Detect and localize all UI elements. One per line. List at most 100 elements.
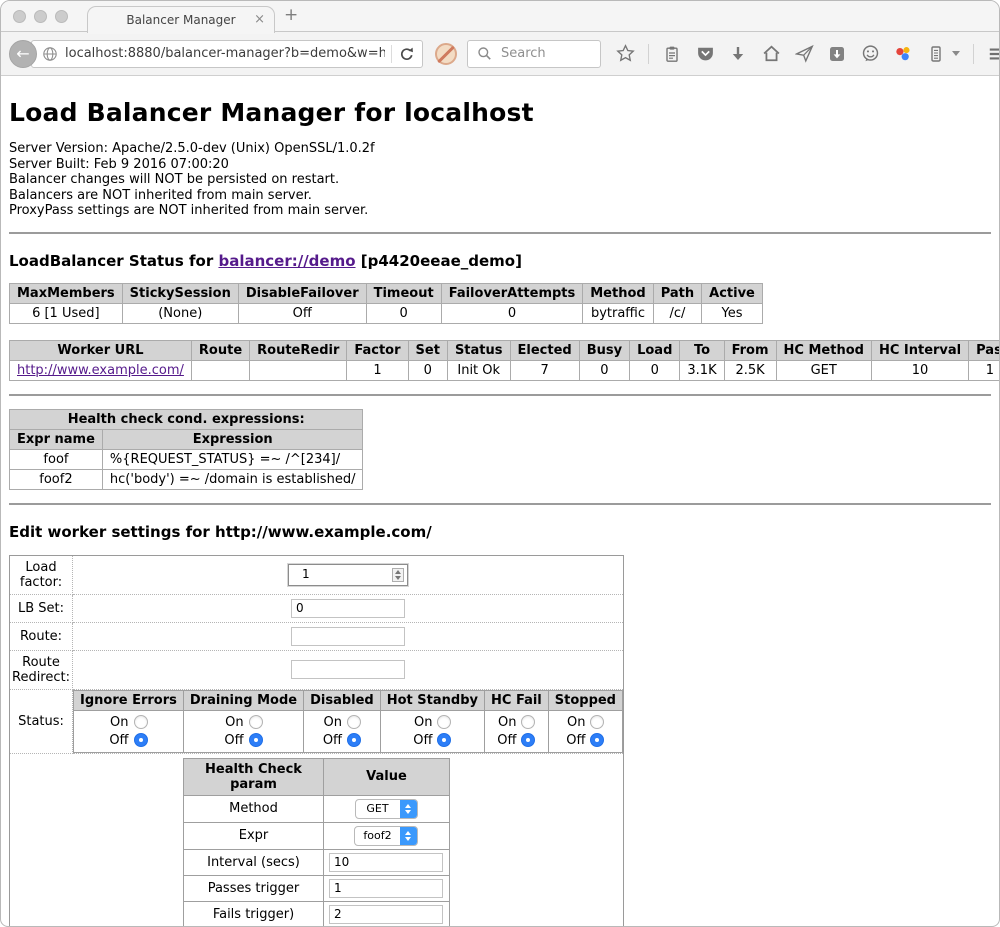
download-box-icon[interactable] (827, 44, 847, 64)
colored-dots-icon[interactable] (893, 44, 913, 64)
load-factor-input[interactable] (288, 564, 408, 586)
lb-set-label: LB Set: (10, 594, 73, 622)
divider (9, 503, 991, 505)
reload-button[interactable] (398, 44, 418, 64)
draining-mode-on-radio[interactable] (249, 715, 263, 729)
worker-url-link[interactable]: http://www.example.com/ (17, 363, 184, 378)
server-info: Server Version: Apache/2.5.0-dev (Unix) … (9, 141, 991, 219)
hot-standby-on-radio[interactable] (437, 715, 451, 729)
stopped-on-radio[interactable] (590, 715, 604, 729)
table-row: http://www.example.com/ 1 0 Init Ok 7 0 … (10, 360, 1000, 380)
inherit-note-line: Balancers are NOT inherited from main se… (9, 188, 991, 204)
lb-set-input[interactable] (291, 599, 405, 618)
ignore-errors-on-radio[interactable] (134, 715, 148, 729)
close-window-button[interactable] (13, 10, 26, 23)
route-label: Route: (10, 622, 73, 650)
reader-list-icon[interactable] (926, 44, 946, 64)
urlbar-separator (391, 45, 392, 63)
table-header-row: Ignore Errors Draining Mode Disabled Hot… (74, 690, 623, 710)
adblock-icon[interactable] (435, 43, 457, 65)
method-select[interactable]: GET (355, 799, 418, 819)
back-button[interactable]: ← (9, 40, 37, 68)
loadbalancer-status-heading: LoadBalancer Status for balancer://demo … (9, 252, 991, 270)
page-content: Load Balancer Manager for localhost Serv… (1, 98, 999, 927)
status-label: Status: (10, 689, 73, 753)
route-redirect-input[interactable] (291, 660, 405, 679)
send-plane-icon[interactable] (794, 44, 814, 64)
hc-fail-on-radio[interactable] (521, 715, 535, 729)
route-redirect-row: Route Redirect: (10, 650, 624, 689)
fails-label: Fails trigger) (184, 901, 324, 927)
table-row: foof %{REQUEST_STATUS} =~ /^[234]/ (10, 449, 363, 469)
clipboard-icon[interactable] (662, 44, 682, 64)
pocket-icon[interactable] (695, 44, 715, 64)
tab-close-icon[interactable]: × (254, 12, 265, 27)
feedback-smiley-icon[interactable] (860, 44, 880, 64)
toolbar-separator (648, 44, 649, 64)
load-factor-row: Load factor: (10, 555, 624, 594)
proxypass-note-line: ProxyPass settings are NOT inherited fro… (9, 203, 991, 219)
passes-row: Passes trigger (184, 875, 450, 901)
stopped-off-radio[interactable] (590, 733, 604, 747)
interval-row: Interval (secs) (184, 849, 450, 875)
home-icon[interactable] (761, 44, 781, 64)
load-factor-field[interactable] (298, 565, 398, 583)
toolbar-buttons (615, 44, 1000, 64)
url-bar[interactable]: localhost:8880/balancer-manager?b=demo&w… (31, 40, 423, 68)
server-built-line: Server Built: Feb 9 2016 07:00:20 (9, 157, 991, 173)
passes-input[interactable] (329, 879, 443, 898)
number-spinner-icon[interactable] (392, 568, 404, 582)
hot-standby-off-radio[interactable] (437, 733, 451, 747)
chevron-down-icon[interactable] (952, 51, 960, 56)
table-header-row: Health Check param Value (184, 758, 450, 795)
balancer-status-table: MaxMembers StickySession DisableFailover… (9, 283, 763, 324)
status-row: Status: Ignore Errors Draining Mode Disa… (10, 689, 624, 753)
disabled-on-radio[interactable] (347, 715, 361, 729)
health-check-params-row: Health Check param Value Method GET Expr (10, 753, 624, 927)
status-options-table: Ignore Errors Draining Mode Disabled Hot… (73, 690, 623, 753)
balancer-link[interactable]: balancer://demo (218, 252, 355, 270)
navigation-toolbar: ← localhost:8880/balancer-manager?b=demo… (1, 32, 999, 76)
browser-tab[interactable]: Balancer Manager × (87, 6, 275, 33)
fails-input[interactable] (329, 905, 443, 924)
health-check-params-table: Health Check param Value Method GET Expr (183, 758, 450, 927)
expr-row: Expr foof2 (184, 822, 450, 849)
bookmark-star-icon[interactable] (615, 44, 635, 64)
window-controls (13, 10, 68, 23)
interval-input[interactable] (329, 853, 443, 872)
downloads-icon[interactable] (728, 44, 748, 64)
expr-select[interactable]: foof2 (354, 826, 417, 846)
method-label: Method (184, 795, 324, 822)
menu-hamburger-icon[interactable] (987, 44, 1000, 64)
draining-mode-off-radio[interactable] (249, 733, 263, 747)
minimize-window-button[interactable] (34, 10, 47, 23)
route-row: Route: (10, 622, 624, 650)
ignore-errors-off-radio[interactable] (134, 733, 148, 747)
tab-bar: Balancer Manager × + (1, 1, 999, 32)
search-bar[interactable] (467, 40, 601, 68)
hc-fail-off-radio[interactable] (521, 733, 535, 747)
divider (9, 232, 991, 234)
browser-window: Balancer Manager × + ← localhost:8880/ba… (0, 0, 1000, 927)
interval-label: Interval (secs) (184, 849, 324, 875)
table-row: 6 [1 Used] (None) Off 0 0 bytraffic /c/ … (10, 303, 763, 323)
edit-worker-heading: Edit worker settings for http://www.exam… (9, 523, 991, 541)
select-stepper-icon (400, 799, 417, 819)
toolbar-separator (973, 44, 974, 64)
divider (9, 394, 991, 396)
disabled-off-radio[interactable] (347, 733, 361, 747)
health-check-expressions-table: Health check cond. expressions: Expr nam… (9, 409, 363, 490)
table-row: foof2 hc('body') =~ /domain is establish… (10, 469, 363, 489)
table-header-row: MaxMembers StickySession DisableFailover… (10, 283, 763, 303)
select-stepper-icon (400, 826, 417, 846)
expr-label: Expr (184, 822, 324, 849)
route-input[interactable] (291, 627, 405, 646)
radio-row: OnOff OnOff OnOff OnOff OnOff OnOff (74, 710, 623, 752)
fails-row: Fails trigger) (184, 901, 450, 927)
url-text: localhost:8880/balancer-manager?b=demo&w… (65, 46, 385, 61)
search-input[interactable] (499, 45, 589, 62)
lb-set-row: LB Set: (10, 594, 624, 622)
edit-worker-form: Load factor: LB Set: Route: Route Redire… (9, 555, 624, 927)
new-tab-button[interactable]: + (284, 5, 298, 25)
zoom-window-button[interactable] (55, 10, 68, 23)
